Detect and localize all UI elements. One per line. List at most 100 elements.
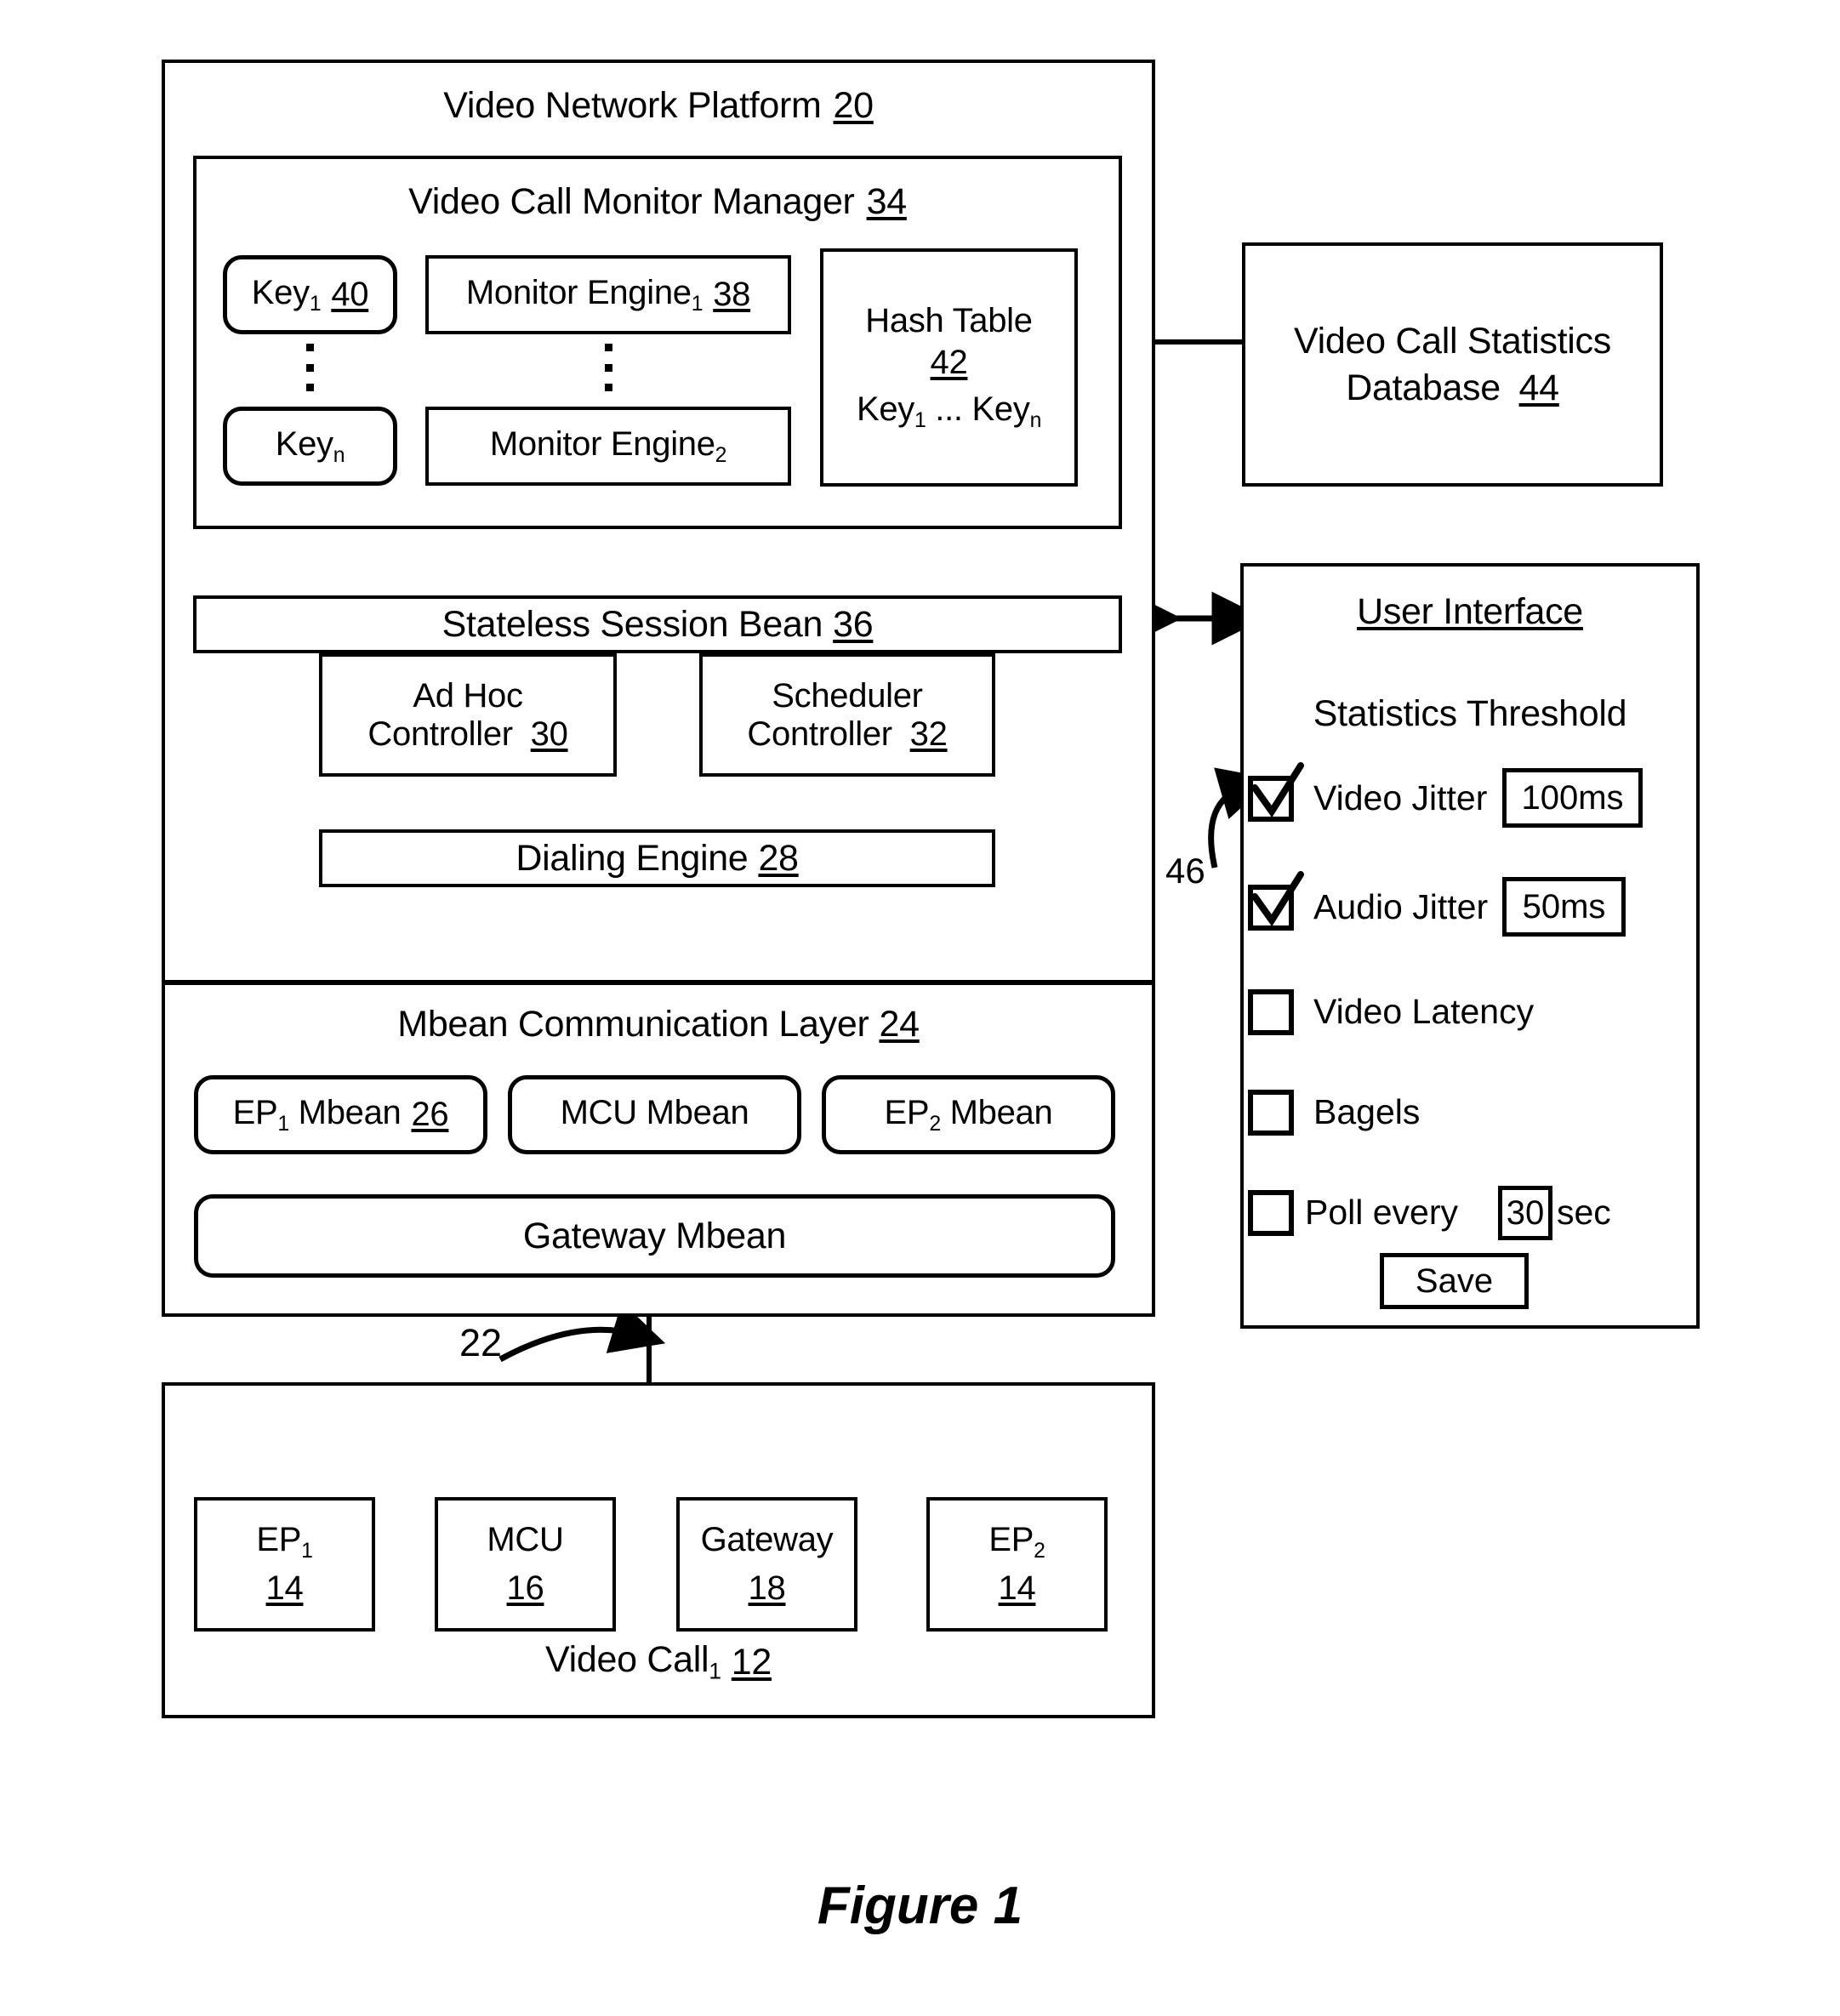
monitor-engine-2-label: Monitor Engine xyxy=(489,424,715,463)
monitor-engine-2-box: Monitor Engine2 xyxy=(425,407,791,486)
video-call-title-text: Video Call xyxy=(545,1639,709,1681)
key-n-label: Key xyxy=(275,424,333,463)
label-video-jitter: Video Jitter xyxy=(1313,778,1488,817)
callout-arrow-22 xyxy=(498,1301,666,1363)
db-line2: Database xyxy=(1346,367,1501,408)
scheduler-ref: 32 xyxy=(909,715,948,753)
ad-hoc-line2: Controller xyxy=(367,715,513,753)
ad-hoc-controller-box: Ad Hoc Controller 30 xyxy=(319,653,617,777)
mbean-layer-ref: 24 xyxy=(879,1003,920,1045)
figure-caption: Figure 1 xyxy=(817,1876,1023,1935)
ep1-sub: 1 xyxy=(301,1539,313,1563)
dialing-engine-box: Dialing Engine 28 xyxy=(319,829,995,887)
engine-vertical-ellipsis xyxy=(603,344,613,391)
hash-table-title: Hash Table xyxy=(865,302,1033,340)
hash-table-ref: 42 xyxy=(930,344,968,382)
ep1-mbean-sub: 1 xyxy=(277,1112,289,1136)
dialing-engine-ref: 28 xyxy=(758,837,799,879)
ep1-mbean-box: EP1 Mbean 26 xyxy=(194,1075,487,1154)
label-audio-jitter: Audio Jitter xyxy=(1313,887,1489,926)
statistics-threshold-text: Statistics Threshold xyxy=(1313,692,1627,734)
mbean-layer-divider xyxy=(162,980,1155,985)
mcu-label: MCU xyxy=(487,1520,564,1558)
label-bagels: Bagels xyxy=(1313,1092,1421,1131)
ep2-mbean-label: EP xyxy=(884,1093,930,1131)
stateless-session-bean-box: Stateless Session Bean 36 xyxy=(193,595,1122,653)
video-call-node-mcu: MCU 16 xyxy=(435,1497,616,1632)
ad-hoc-line1: Ad Hoc xyxy=(413,676,523,715)
session-bean-label: Stateless Session Bean xyxy=(441,603,823,645)
hash-key-sub2: n xyxy=(1029,408,1042,432)
hash-table-contents: Key1 ... Keyn xyxy=(857,390,1041,433)
ep2-mbean-suffix: Mbean xyxy=(940,1093,1053,1131)
monitor-engine-2-sub: 2 xyxy=(715,443,727,467)
ep1-mbean-suffix: Mbean xyxy=(288,1093,402,1131)
mbean-layer-title-text: Mbean Communication Layer xyxy=(397,1003,869,1045)
callout-label-22: 22 xyxy=(459,1321,503,1364)
video-call-node-ep2: EP2 14 xyxy=(926,1497,1108,1632)
ep1-label: EP xyxy=(256,1520,302,1558)
video-call-node-gateway: Gateway 18 xyxy=(676,1497,857,1632)
manager-title-text: Video Call Monitor Manager xyxy=(408,180,855,222)
user-interface-title-text: User Interface xyxy=(1357,590,1583,632)
ep1-mbean-label: EP xyxy=(232,1093,278,1131)
platform-ref: 20 xyxy=(833,84,874,126)
key-n-box: Keyn xyxy=(223,407,397,486)
ep2-mbean-sub: 2 xyxy=(929,1112,941,1136)
monitor-engine-1-ref: 38 xyxy=(713,276,751,314)
value-video-jitter[interactable]: 100ms xyxy=(1502,768,1643,828)
hash-key-sub1: 1 xyxy=(914,408,926,432)
platform-title: Video Network Platform 20 xyxy=(162,81,1155,130)
platform-title-text: Video Network Platform xyxy=(443,84,822,126)
key-1-box: Key1 40 xyxy=(223,255,397,334)
hash-table-box: Hash Table 42 Key1 ... Keyn xyxy=(820,248,1078,487)
mcu-ref: 16 xyxy=(506,1569,544,1608)
hash-key-prefix: Key xyxy=(856,390,914,428)
scheduler-line2: Controller xyxy=(747,715,892,753)
hash-key-mid: ... Key xyxy=(926,390,1030,428)
video-call-title-sub: 1 xyxy=(709,1658,721,1684)
gateway-mbean-label: Gateway Mbean xyxy=(522,1215,787,1256)
user-interface-title: User Interface xyxy=(1240,587,1700,636)
callout-label-46: 46 xyxy=(1165,851,1205,891)
mcu-mbean-box: MCU Mbean xyxy=(508,1075,801,1154)
key-1-label: Key xyxy=(251,273,310,311)
key-1-ref: 40 xyxy=(331,276,369,314)
poll-interval-value[interactable]: 30 xyxy=(1498,1186,1552,1240)
check-mark-audio-jitter-icon xyxy=(1251,871,1304,927)
video-call-node-ep1: EP1 14 xyxy=(194,1497,375,1632)
checkbox-video-latency[interactable] xyxy=(1248,989,1294,1035)
check-mark-video-jitter-icon xyxy=(1251,762,1304,818)
label-poll-suffix: sec xyxy=(1557,1193,1611,1232)
monitor-engine-1-sub: 1 xyxy=(691,292,704,316)
value-audio-jitter[interactable]: 50ms xyxy=(1502,877,1626,937)
ad-hoc-ref: 30 xyxy=(530,715,568,753)
key-1-sub: 1 xyxy=(309,292,322,316)
manager-title: Video Call Monitor Manager 34 xyxy=(193,177,1122,226)
statistics-threshold-title: Statistics Threshold xyxy=(1240,689,1700,738)
db-line1: Video Call Statistics xyxy=(1294,321,1611,362)
checkbox-bagels[interactable] xyxy=(1248,1090,1294,1136)
video-call-title: Video Call1 12 xyxy=(162,1637,1155,1687)
scheduler-line1: Scheduler xyxy=(772,676,923,715)
session-bean-ref: 36 xyxy=(833,603,874,645)
gateway-mbean-box: Gateway Mbean xyxy=(194,1194,1115,1278)
monitor-engine-1-box: Monitor Engine1 38 xyxy=(425,255,791,334)
key-vertical-ellipsis xyxy=(305,344,315,391)
dialing-engine-label: Dialing Engine xyxy=(516,837,749,879)
ep2-sub: 2 xyxy=(1034,1539,1045,1563)
video-call-statistics-database: Video Call Statistics Database 44 xyxy=(1242,242,1663,487)
gateway-label: Gateway xyxy=(700,1520,834,1558)
ep1-mbean-ref: 26 xyxy=(411,1096,449,1134)
checkbox-poll[interactable] xyxy=(1248,1190,1294,1236)
mbean-layer-title: Mbean Communication Layer 24 xyxy=(162,999,1155,1049)
ep2-mbean-box: EP2 Mbean xyxy=(822,1075,1115,1154)
label-video-latency: Video Latency xyxy=(1313,992,1535,1031)
label-poll-prefix: Poll every xyxy=(1305,1193,1459,1232)
monitor-engine-1-label: Monitor Engine xyxy=(465,273,692,311)
mcu-mbean-label: MCU Mbean xyxy=(560,1093,749,1131)
key-n-sub: n xyxy=(333,443,345,467)
manager-ref: 34 xyxy=(866,180,908,222)
save-button[interactable]: Save xyxy=(1380,1253,1529,1309)
ep1-ref: 14 xyxy=(265,1569,304,1608)
